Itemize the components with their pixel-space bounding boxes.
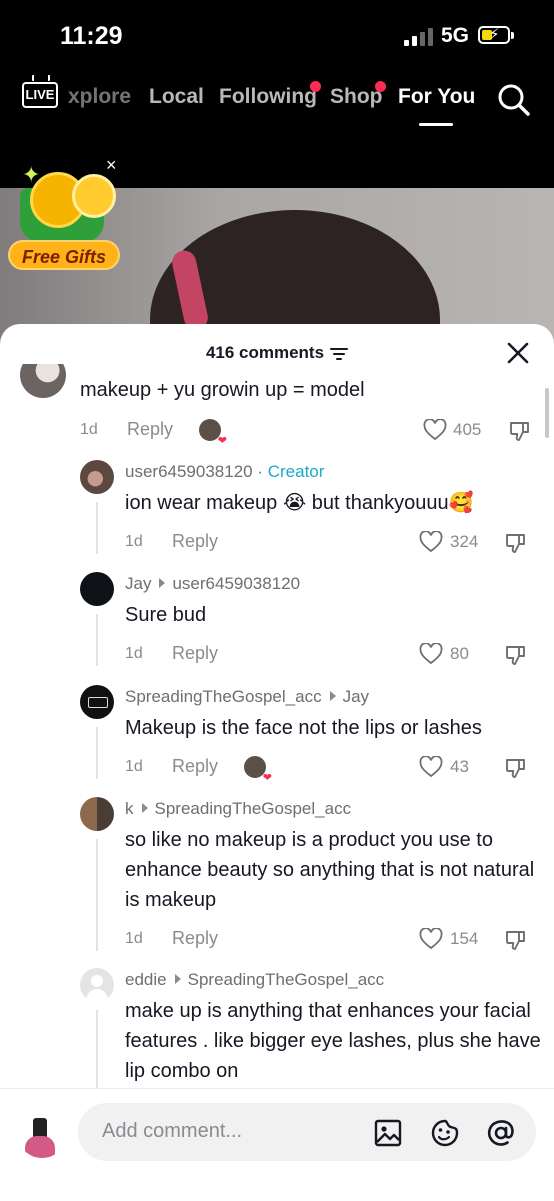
top-nav: LIVE xplore Local Following Shop For You	[0, 70, 554, 130]
thread-line	[96, 614, 98, 666]
like-count: 324	[450, 532, 479, 551]
comment-actions: 1d Reply 43	[125, 754, 554, 784]
emoji-sticker-icon[interactable]	[429, 1117, 461, 1149]
creator-liked-avatar	[244, 756, 272, 784]
like-count: 80	[450, 644, 469, 663]
network-type: 5G	[441, 24, 470, 47]
dislike-icon[interactable]	[504, 643, 528, 667]
avatar[interactable]	[80, 797, 114, 831]
reply-button[interactable]: Reply	[172, 928, 218, 949]
coin-icon	[72, 174, 116, 218]
battery-charging-icon: ⚡	[478, 26, 514, 44]
comment-actions: 1d Reply 324	[125, 529, 554, 559]
heart-icon[interactable]	[419, 531, 443, 553]
comments-sheet: 416 comments makeup + yu growin up = mod…	[0, 324, 554, 1200]
shop-notification-dot	[375, 81, 386, 92]
comment-age: 1d	[80, 421, 98, 438]
thread-line	[96, 502, 98, 554]
sort-filter-icon[interactable]	[330, 347, 349, 360]
comment-age: 1d	[125, 533, 143, 550]
like-count: 154	[450, 929, 479, 948]
reply-arrow-icon	[329, 691, 336, 701]
comments-list: makeup + yu growin up = model 1d Reply 4…	[0, 364, 554, 1090]
thread-line	[96, 1010, 98, 1090]
following-notification-dot	[310, 81, 321, 92]
creator-badge: Creator	[267, 462, 325, 481]
status-bar: 11:29 5G ⚡	[0, 0, 554, 70]
add-comment-input[interactable]: Add comment...	[78, 1103, 536, 1161]
comment-actions: 1d Reply 154	[125, 926, 554, 956]
comment-composer: Add comment...	[0, 1088, 554, 1201]
search-icon[interactable]	[497, 83, 531, 117]
comment-age: 1d	[125, 930, 143, 947]
heart-icon[interactable]	[423, 419, 447, 441]
comment-text: Makeup is the face not the lips or lashe…	[125, 717, 482, 739]
like-count: 43	[450, 757, 469, 776]
avatar[interactable]	[80, 572, 114, 606]
live-icon[interactable]: LIVE	[22, 82, 58, 108]
reply-arrow-icon	[141, 803, 148, 813]
avatar[interactable]	[80, 460, 114, 494]
dislike-icon[interactable]	[504, 928, 528, 952]
status-time: 11:29	[60, 22, 123, 50]
thread-line	[96, 727, 98, 779]
close-icon[interactable]	[505, 340, 531, 366]
reply-button[interactable]: Reply	[172, 531, 218, 552]
my-avatar[interactable]	[17, 1108, 67, 1158]
reply-arrow-icon	[174, 974, 181, 984]
avatar[interactable]	[20, 364, 66, 398]
avatar[interactable]	[80, 685, 114, 719]
heart-icon[interactable]	[419, 643, 443, 665]
comment-text: makeup + yu growin up = model	[80, 379, 365, 401]
comment-age: 1d	[125, 758, 143, 775]
like-count: 405	[453, 420, 482, 439]
tab-following[interactable]: Following	[219, 85, 317, 109]
reply-arrow-icon	[159, 578, 166, 588]
comment-username[interactable]: eddie SpreadingTheGospel_acc	[125, 970, 384, 990]
heart-icon[interactable]	[419, 928, 443, 950]
reply-button[interactable]: Reply	[172, 756, 218, 777]
gift-close-icon[interactable]: ×	[106, 155, 117, 176]
dislike-icon[interactable]	[504, 531, 528, 555]
comment-username[interactable]: k SpreadingTheGospel_acc	[125, 799, 351, 819]
dislike-icon[interactable]	[508, 419, 532, 443]
comments-count: 416 comments	[0, 343, 554, 363]
reply-button[interactable]: Reply	[127, 419, 173, 440]
mention-icon[interactable]	[485, 1117, 517, 1149]
comment-actions: 1d Reply 405	[80, 417, 554, 447]
thread-line	[96, 839, 98, 951]
reply-button[interactable]: Reply	[172, 643, 218, 664]
comment-username[interactable]: SpreadingTheGospel_acc Jay	[125, 687, 369, 707]
comment-text: so like no makeup is a product you use t…	[125, 829, 535, 911]
free-gifts-label: Free Gifts	[8, 240, 120, 270]
comment-text: ion wear makeup 😭 but thankyouuu🥰	[125, 492, 474, 514]
comment-username[interactable]: Jay user6459038120	[125, 574, 300, 594]
comments-count-label: 416 comments	[205, 343, 325, 362]
creator-liked-avatar	[199, 419, 227, 447]
comment-username[interactable]: user6459038120 · Creator	[125, 462, 324, 482]
tab-local[interactable]: Local	[149, 85, 204, 109]
comment-text: make up is anything that enhances your f…	[125, 1000, 541, 1082]
signal-icon	[404, 28, 434, 46]
add-comment-placeholder: Add comment...	[102, 1120, 243, 1142]
tab-explore[interactable]: xplore	[68, 85, 131, 109]
tab-for-you[interactable]: For You	[398, 85, 475, 109]
active-tab-indicator	[419, 123, 453, 126]
heart-icon[interactable]	[419, 756, 443, 778]
avatar[interactable]	[80, 968, 114, 1002]
image-icon[interactable]	[372, 1117, 404, 1149]
dislike-icon[interactable]	[504, 756, 528, 780]
comment-age: 1d	[125, 645, 143, 662]
comment-actions: 1d Reply 80	[125, 641, 554, 671]
comment-text: Sure bud	[125, 604, 207, 626]
